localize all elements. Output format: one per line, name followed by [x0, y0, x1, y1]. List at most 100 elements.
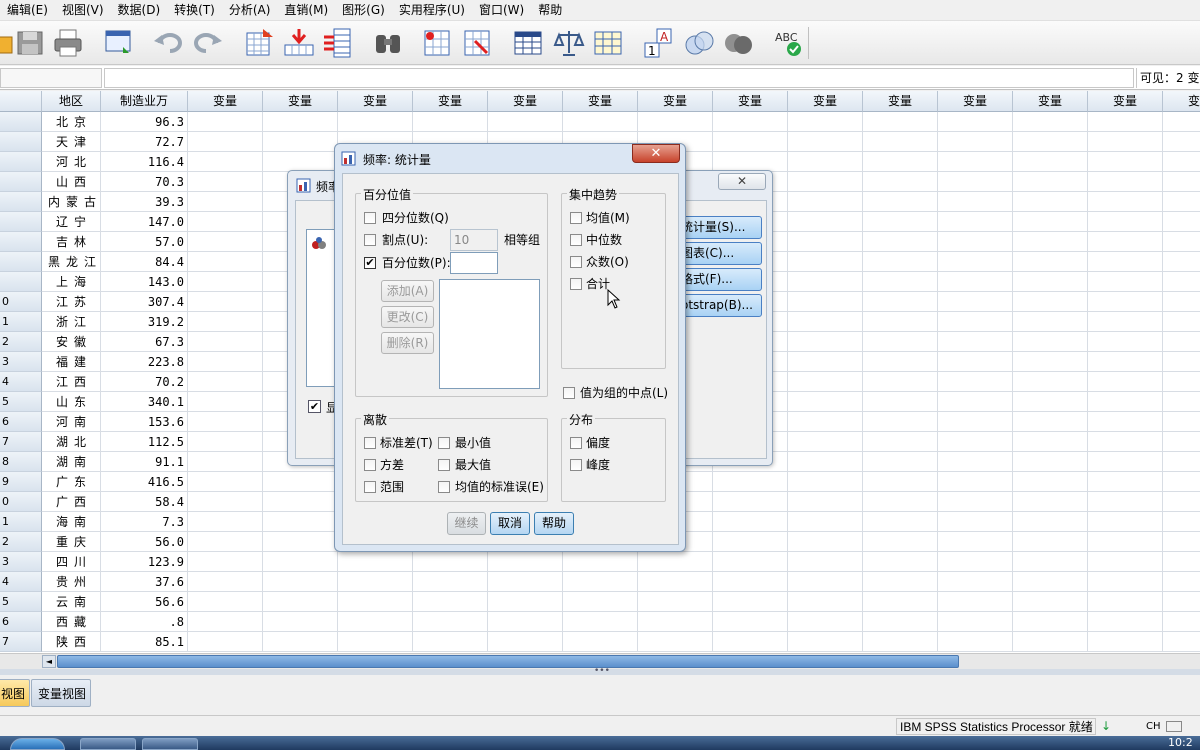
menu-transform[interactable]: 转换(T) [167, 0, 222, 21]
scroll-thumb[interactable] [57, 655, 959, 668]
cell-empty[interactable] [1013, 492, 1088, 512]
cell-empty[interactable] [1088, 152, 1163, 172]
row-header[interactable] [0, 252, 42, 272]
cell-region[interactable]: 上海 [42, 272, 101, 292]
cell-name-box[interactable] [0, 68, 102, 88]
cell-empty[interactable] [788, 152, 863, 172]
continue-button[interactable]: 继续 [447, 512, 486, 535]
cell-empty[interactable] [863, 552, 938, 572]
cell-empty[interactable] [863, 292, 938, 312]
cell-empty[interactable] [863, 172, 938, 192]
cell-empty[interactable] [1013, 452, 1088, 472]
cell-value[interactable]: 39.3 [101, 192, 188, 212]
cancel-button[interactable]: 取消 [490, 512, 530, 535]
cell-empty[interactable] [938, 472, 1013, 492]
dialog-recall-icon[interactable] [103, 27, 135, 59]
cell-empty[interactable] [938, 412, 1013, 432]
column-header-var[interactable]: 变量 [1163, 91, 1200, 112]
cell-empty[interactable] [1088, 172, 1163, 192]
cell-empty[interactable] [563, 572, 638, 592]
cell-empty[interactable] [938, 332, 1013, 352]
download-arrow-icon[interactable]: ↓ [1097, 718, 1115, 735]
cell-region[interactable]: 广东 [42, 472, 101, 492]
cell-empty[interactable] [188, 592, 263, 612]
row-header[interactable]: 8 [0, 452, 42, 472]
column-header-var[interactable]: 变量 [788, 91, 863, 112]
cell-empty[interactable] [188, 292, 263, 312]
cell-value[interactable]: 85.1 [101, 632, 188, 652]
cell-empty[interactable] [863, 592, 938, 612]
cell-empty[interactable] [938, 552, 1013, 572]
cell-empty[interactable] [938, 112, 1013, 132]
insert-cases-icon[interactable] [421, 27, 453, 59]
cell-region[interactable]: 山西 [42, 172, 101, 192]
cell-empty[interactable] [863, 512, 938, 532]
cell-value[interactable]: 84.4 [101, 252, 188, 272]
row-header[interactable] [0, 152, 42, 172]
cell-empty[interactable] [1088, 612, 1163, 632]
menu-graphs[interactable]: 图形(G) [335, 0, 392, 21]
cell-value[interactable]: 7.3 [101, 512, 188, 532]
corner-header[interactable] [0, 91, 42, 112]
cell-value[interactable]: 112.5 [101, 432, 188, 452]
cell-empty[interactable] [863, 472, 938, 492]
cell-empty[interactable] [863, 192, 938, 212]
cell-empty[interactable] [863, 132, 938, 152]
remove-percentile-button[interactable]: 删除(R) [381, 332, 434, 354]
cell-region[interactable]: 陕西 [42, 632, 101, 652]
cell-empty[interactable] [1013, 612, 1088, 632]
cell-empty[interactable] [638, 552, 713, 572]
menu-help[interactable]: 帮助 [531, 0, 569, 21]
cell-empty[interactable] [188, 112, 263, 132]
cell-empty[interactable] [713, 472, 788, 492]
goto-variable-icon[interactable] [283, 27, 315, 59]
cell-region[interactable]: 安徽 [42, 332, 101, 352]
cell-empty[interactable] [338, 632, 413, 652]
cell-empty[interactable] [1088, 472, 1163, 492]
cell-empty[interactable] [713, 572, 788, 592]
value-labels-icon[interactable]: A1 [643, 27, 675, 59]
cell-empty[interactable] [1088, 232, 1163, 252]
cell-empty[interactable] [938, 392, 1013, 412]
menu-window[interactable]: 窗口(W) [472, 0, 531, 21]
cell-empty[interactable] [788, 532, 863, 552]
cell-empty[interactable] [1163, 472, 1200, 492]
cell-empty[interactable] [1163, 632, 1200, 652]
cell-empty[interactable] [863, 152, 938, 172]
cell-empty[interactable] [488, 112, 563, 132]
show-all-variables-icon[interactable] [722, 27, 754, 59]
cell-empty[interactable] [563, 592, 638, 612]
cell-empty[interactable] [263, 612, 338, 632]
cell-value[interactable]: 58.4 [101, 492, 188, 512]
cell-value[interactable]: 56.0 [101, 532, 188, 552]
cell-empty[interactable] [638, 572, 713, 592]
start-button-icon[interactable] [10, 738, 65, 750]
cell-empty[interactable] [938, 612, 1013, 632]
cell-empty[interactable] [488, 592, 563, 612]
percentiles-list[interactable] [439, 279, 540, 389]
display-tables-checkbox[interactable]: ✔ [308, 400, 321, 413]
cell-empty[interactable] [1088, 192, 1163, 212]
cell-value[interactable]: 340.1 [101, 392, 188, 412]
cell-empty[interactable] [1013, 412, 1088, 432]
cell-empty[interactable] [188, 152, 263, 172]
cell-empty[interactable] [188, 132, 263, 152]
menu-analyze[interactable]: 分析(A) [222, 0, 278, 21]
cell-empty[interactable] [1088, 252, 1163, 272]
cell-empty[interactable] [938, 252, 1013, 272]
menu-direct-marketing[interactable]: 直销(M) [277, 0, 335, 21]
cell-empty[interactable] [863, 392, 938, 412]
cell-empty[interactable] [713, 512, 788, 532]
cell-empty[interactable] [938, 152, 1013, 172]
cell-empty[interactable] [938, 572, 1013, 592]
row-header[interactable]: 7 [0, 432, 42, 452]
cell-empty[interactable] [1088, 372, 1163, 392]
weight-cases-icon[interactable] [553, 27, 585, 59]
cell-region[interactable]: 江西 [42, 372, 101, 392]
cell-empty[interactable] [1163, 552, 1200, 572]
cell-region[interactable]: 辽宁 [42, 212, 101, 232]
cell-empty[interactable] [413, 112, 488, 132]
std-deviation-checkbox[interactable] [364, 437, 376, 449]
cell-empty[interactable] [863, 112, 938, 132]
row-header[interactable]: 6 [0, 412, 42, 432]
